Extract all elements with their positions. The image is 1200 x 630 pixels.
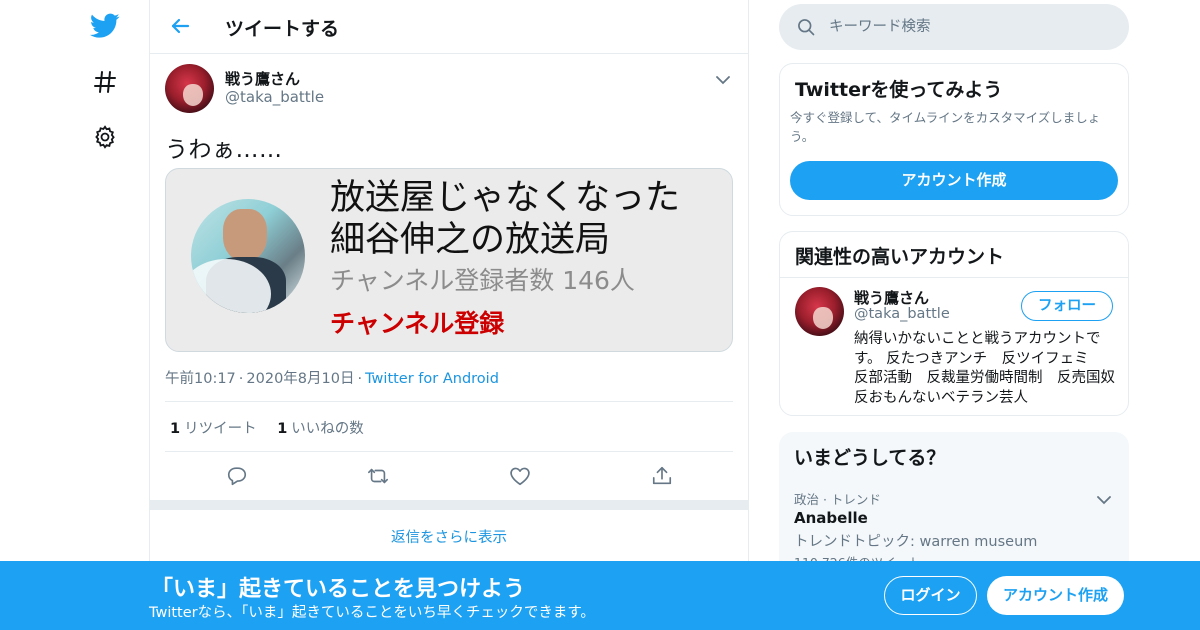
settings-gear-icon[interactable]: [90, 122, 120, 152]
media-subscribe-label: チャンネル登録: [330, 309, 505, 338]
search-icon: [796, 17, 816, 37]
retweet-stat[interactable]: 1 リツイート: [170, 421, 257, 437]
trend-category: 政治 · トレンド: [794, 492, 881, 507]
divider: [780, 277, 1128, 278]
bottom-create-account-button[interactable]: アカウント作成: [987, 576, 1124, 615]
like-label: いいねの数: [291, 421, 364, 437]
page-title: ツイートする: [225, 18, 340, 40]
related-accounts-card: 関連性の高いアカウント 戦う鷹さん @taka_battle フォロー 納得いか…: [779, 231, 1129, 416]
author-handle[interactable]: @taka_battle: [225, 88, 324, 106]
follow-button[interactable]: フォロー: [1021, 291, 1113, 321]
chevron-down-icon[interactable]: [1097, 490, 1111, 505]
reply-icon[interactable]: [226, 465, 248, 487]
related-account-bio: 納得いかないことと戦うアカウントです。 反たつきアンチ 反ツイフェミ 反部活動 …: [854, 331, 1129, 406]
twitter-bird-icon[interactable]: [90, 11, 120, 41]
show-more-replies-link[interactable]: 返信をさらに表示: [150, 526, 748, 547]
related-card-title: 関連性の高いアカウント: [795, 246, 1005, 268]
tweet-media-image[interactable]: 放送屋じゃなくなった 細谷伸之の放送局 チャンネル登録者数 146人 チャンネル…: [165, 168, 733, 352]
create-account-button[interactable]: アカウント作成: [790, 161, 1118, 200]
author-avatar[interactable]: [165, 64, 214, 113]
related-account-handle[interactable]: @taka_battle: [854, 306, 950, 322]
retweet-icon[interactable]: [367, 465, 389, 487]
media-subscriber-count: チャンネル登録者数 146人: [330, 266, 635, 295]
signup-card-description: 今すぐ登録して、タイムラインをカスタマイズしましょう。: [790, 110, 1101, 144]
divider: [165, 401, 733, 402]
trend-name[interactable]: Anabelle: [794, 509, 868, 527]
back-arrow-icon[interactable]: [168, 14, 194, 40]
related-account-avatar[interactable]: [795, 287, 844, 336]
retweet-count: 1: [170, 421, 181, 437]
trend-topic: トレンドトピック: warren museum: [794, 534, 1038, 550]
share-icon[interactable]: [651, 465, 673, 487]
signup-prompt-card: Twitterを使ってみよう 今すぐ登録して、タイムラインをカスタマイズしましょ…: [779, 63, 1129, 216]
tweet-column: ツイートする 戦う鷹さん @taka_battle うわぁ…… 放送屋じゃなくな…: [149, 0, 749, 630]
section-separator: [150, 500, 748, 510]
media-channel-title-line2: 細谷伸之の放送局: [330, 220, 611, 260]
like-stat[interactable]: 1 いいねの数: [277, 421, 364, 437]
retweet-label: リツイート: [184, 421, 257, 437]
hashtag-icon[interactable]: [90, 67, 120, 97]
channel-avatar: [191, 199, 305, 313]
chevron-down-icon[interactable]: [716, 70, 732, 85]
like-count: 1: [277, 421, 288, 437]
page: ツイートする 戦う鷹さん @taka_battle うわぁ…… 放送屋じゃなくな…: [0, 0, 1200, 630]
tweet-time[interactable]: 午前10:17: [165, 371, 236, 387]
tweet-stats: 1 リツイート 1 いいねの数: [170, 417, 380, 438]
bottom-signup-bar: 「いま」起きていることを見つけよう Twitterなら、「いま」起きていることを…: [0, 561, 1200, 630]
tweet-header: ツイートする: [150, 0, 748, 54]
tweet-date[interactable]: 2020年8月10日: [246, 371, 354, 387]
bottom-bar-subtitle: Twitterなら、「いま」起きていることをいち早くチェックできます。: [149, 605, 595, 621]
trends-card-title: いまどうしてる？: [794, 447, 946, 469]
login-button[interactable]: ログイン: [884, 576, 977, 615]
related-account-name[interactable]: 戦う鷹さん: [854, 287, 929, 308]
search-box[interactable]: [779, 4, 1129, 50]
bottom-bar-title: 「いま」起きていることを見つけよう: [151, 577, 526, 602]
tweet-source-link[interactable]: Twitter for Android: [365, 371, 499, 387]
search-input[interactable]: [829, 16, 1109, 38]
tweet-text: うわぁ……: [165, 137, 283, 163]
divider: [165, 451, 733, 452]
author-name[interactable]: 戦う鷹さん: [225, 68, 300, 89]
signup-card-title: Twitterを使ってみよう: [795, 79, 1003, 101]
meta-separator: ·: [357, 371, 363, 387]
like-heart-icon[interactable]: [509, 465, 531, 487]
meta-separator: ·: [238, 371, 244, 387]
tweet-meta: 午前10:17 · 2020年8月10日 · Twitter for Android: [165, 367, 499, 388]
